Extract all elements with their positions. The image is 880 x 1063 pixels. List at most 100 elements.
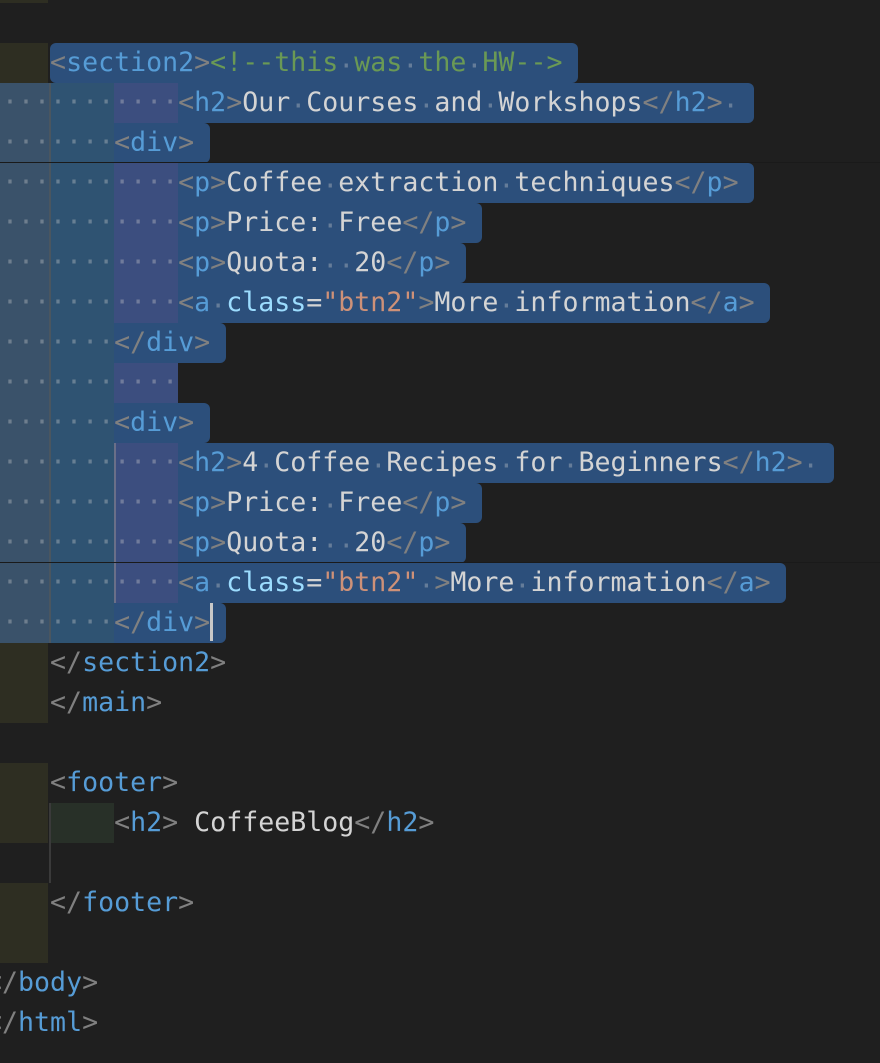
token-br: >	[178, 887, 195, 918]
code-line[interactable]	[0, 923, 880, 963]
token-br: >	[194, 47, 211, 78]
code-line[interactable]: ············	[0, 363, 880, 403]
code-text: </section2>	[0, 643, 226, 683]
token-tag: a	[194, 287, 211, 318]
whitespace-indent: ············	[0, 87, 179, 118]
token-tag: p	[434, 207, 451, 238]
code-line[interactable]	[0, 3, 880, 43]
code-line[interactable]: <footer>	[0, 763, 880, 803]
token-br: >	[82, 1007, 99, 1038]
token-br: >	[162, 807, 179, 838]
code-line[interactable]: <section2><!--this was the HW-->	[0, 43, 880, 83]
text-cursor	[210, 603, 213, 641]
token-br: <	[50, 767, 67, 798]
code-line[interactable]: ············<p>Coffee extraction techniq…	[0, 163, 880, 203]
token-tag: a	[194, 567, 211, 598]
token-tag: section2	[66, 47, 195, 78]
indent-highlight	[0, 923, 48, 963]
token-tag: div	[146, 607, 195, 638]
whitespace-indent	[0, 767, 50, 798]
code-text: </html>	[0, 1003, 98, 1043]
token-br: <	[178, 167, 195, 198]
code-editor[interactable]: <section2><!--this was the HW-->········…	[0, 0, 880, 1063]
code-text: ············<a class="btn2" >More inform…	[0, 563, 771, 603]
code-text: ············<h2>4 Coffee Recipes for Beg…	[0, 443, 819, 483]
token-br: </	[674, 167, 707, 198]
whitespace-indent: ············	[0, 207, 179, 238]
code-text: ········</div>	[0, 603, 210, 643]
token-tag: html	[18, 1007, 83, 1038]
code-line[interactable]: </main>	[0, 683, 880, 723]
token-br: <	[178, 567, 195, 598]
code-line[interactable]: </footer>	[0, 883, 880, 923]
code-text: ············<p>Quota: 20</p>	[0, 243, 450, 283]
code-line[interactable]: ········</div>	[0, 603, 880, 643]
token-br: <	[178, 247, 195, 278]
token-txt: CoffeeBlog	[178, 807, 355, 838]
code-text: ········<div>	[0, 123, 194, 163]
token-br: >	[146, 687, 163, 718]
token-tag: h2	[194, 447, 227, 478]
whitespace-indent: ········	[0, 407, 115, 438]
token-tag: p	[194, 527, 211, 558]
code-line[interactable]: ········</div>	[0, 323, 880, 363]
code-text: </body>	[0, 963, 98, 1003]
code-line[interactable]: </html>	[0, 1003, 880, 1043]
code-text: </main>	[0, 683, 162, 723]
code-text: ············<p>Coffee extraction techniq…	[0, 163, 739, 203]
code-line[interactable]: ············<a class="btn2">More informa…	[0, 283, 880, 323]
code-text: ············<p>Price: Free</p>	[0, 483, 466, 523]
code-line[interactable]: <h2> CoffeeBlog</h2>	[0, 803, 880, 843]
token-br: </	[50, 647, 83, 678]
token-tag: h2	[194, 87, 227, 118]
whitespace-indent: ············	[0, 287, 179, 318]
token-br: </	[690, 287, 723, 318]
token-br: >	[434, 247, 451, 278]
token-tag: p	[194, 487, 211, 518]
token-br: >	[82, 967, 99, 998]
whitespace-indent	[0, 807, 114, 838]
code-line[interactable]: ············<h2>4 Coffee Recipes for Beg…	[0, 443, 880, 483]
code-line[interactable]: ············<p>Price: Free</p>	[0, 203, 880, 243]
token-tag: p	[194, 247, 211, 278]
token-tag: h2	[386, 807, 419, 838]
code-line[interactable]: ············<p>Quota: 20</p>	[0, 243, 880, 283]
whitespace-indent: ········	[0, 327, 115, 358]
code-line[interactable]: </section2>	[0, 643, 880, 683]
code-line[interactable]: ········<div>	[0, 403, 880, 443]
token-br: >	[210, 527, 227, 558]
token-br: >	[450, 207, 467, 238]
token-tag: div	[130, 127, 179, 158]
code-text: ········</div>	[0, 323, 210, 363]
code-line[interactable]	[0, 723, 880, 763]
token-txt: Quota: 20	[226, 527, 386, 558]
token-txt	[210, 287, 226, 318]
token-br: </	[706, 567, 739, 598]
code-line[interactable]	[0, 843, 880, 883]
whitespace-indent: ············	[0, 447, 179, 478]
token-attr: class	[226, 567, 307, 598]
code-line[interactable]: </body>	[0, 963, 880, 1003]
token-str: "btn2"	[322, 287, 419, 318]
token-br: >	[434, 527, 451, 558]
token-br: <	[178, 447, 195, 478]
code-text: <h2> CoffeeBlog</h2>	[0, 803, 434, 843]
code-line[interactable]: ············<h2>Our Courses and Workshop…	[0, 83, 880, 123]
token-txt	[723, 87, 739, 118]
whitespace-indent: ············	[0, 247, 179, 278]
code-line[interactable]: ········<div>	[0, 123, 880, 163]
token-tag: div	[130, 407, 179, 438]
token-br: >	[418, 807, 435, 838]
token-txt: More information	[434, 287, 690, 318]
code-line[interactable]: ············<p>Quota: 20</p>	[0, 523, 880, 563]
token-tag: footer	[66, 767, 163, 798]
code-line[interactable]: ············<p>Price: Free</p>	[0, 483, 880, 523]
token-tag: a	[722, 287, 739, 318]
token-txt: Quota: 20	[226, 247, 386, 278]
code-line[interactable]: ············<a class="btn2" >More inform…	[0, 563, 880, 603]
indent-guide	[49, 843, 51, 883]
token-br: <	[178, 87, 195, 118]
token-tag: div	[146, 327, 195, 358]
token-txt: More information	[450, 567, 706, 598]
token-br: </	[386, 527, 419, 558]
